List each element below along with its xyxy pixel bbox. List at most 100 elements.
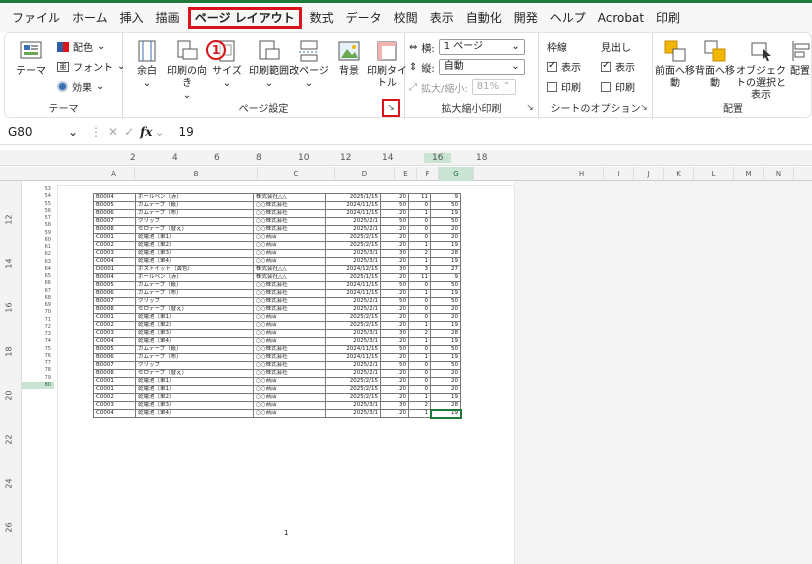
table-cell[interactable]: 2025/3/1 [325, 337, 381, 346]
table-cell[interactable]: セロテープ（替え） [135, 369, 254, 378]
table-cell[interactable]: B0008 [93, 369, 136, 378]
table-cell[interactable]: 19 [430, 321, 461, 330]
column-header[interactable]: L [694, 167, 734, 181]
table-cell[interactable]: 20 [380, 305, 409, 314]
table-cell[interactable]: 2025/3/1 [325, 409, 381, 418]
table-cell[interactable]: 1 [408, 409, 431, 418]
table-cell[interactable]: 50 [430, 361, 461, 370]
height-dropdown[interactable]: 自動 ⌄ [438, 59, 525, 75]
row-header[interactable]: 56 [22, 208, 54, 215]
tab-view[interactable]: 表示 [424, 7, 460, 29]
table-cell[interactable]: 1 [408, 289, 431, 298]
table-cell[interactable]: 1 [408, 353, 431, 362]
table-cell[interactable]: 2025/2/15 [325, 377, 381, 386]
table-cell[interactable]: ○○商店 [253, 257, 326, 266]
table-cell[interactable]: B0004 [93, 273, 136, 282]
column-header[interactable]: D [335, 167, 395, 181]
table-cell[interactable]: 20 [380, 193, 409, 202]
table-cell[interactable]: 2024/11/15 [325, 345, 381, 354]
table-cell[interactable]: C0003 [93, 329, 136, 338]
row-header[interactable]: 72 [22, 324, 54, 331]
row-header[interactable]: 79 [22, 375, 54, 382]
table-cell[interactable]: 2025/3/1 [325, 249, 381, 258]
table-cell[interactable]: B0006 [93, 209, 136, 218]
table-cell[interactable]: 2025/1/15 [325, 193, 381, 202]
table-cell[interactable]: 2024/11/15 [325, 281, 381, 290]
table-cell[interactable]: C0002 [93, 241, 136, 250]
width-dropdown[interactable]: 1 ページ ⌄ [438, 39, 525, 55]
row-header[interactable]: 80 [22, 381, 54, 389]
table-cell[interactable]: 20 [380, 385, 409, 394]
row-header[interactable]: 53 [22, 186, 54, 193]
table-cell[interactable]: ○○商店 [253, 233, 326, 242]
table-cell[interactable]: 0 [408, 217, 431, 226]
table-cell[interactable]: ○○株式会社 [253, 217, 326, 226]
table-cell[interactable]: 2025/2/15 [325, 313, 381, 322]
table-cell[interactable]: 0 [408, 361, 431, 370]
table-cell[interactable]: ○○株式会社 [253, 353, 326, 362]
formula-input[interactable]: 19 [165, 125, 194, 139]
active-cell[interactable]: 19 [429, 408, 462, 419]
table-cell[interactable]: 乾電池（単1） [135, 313, 254, 322]
table-cell[interactable]: 28 [430, 329, 461, 338]
table-cell[interactable]: 50 [380, 361, 409, 370]
table-cell[interactable]: 2025/2/1 [325, 217, 381, 226]
table-cell[interactable]: 2025/3/1 [325, 257, 381, 266]
table-cell[interactable]: ○○株式会社 [253, 209, 326, 218]
table-cell[interactable]: 50 [430, 345, 461, 354]
table-cell[interactable]: 乾電池（単4） [135, 337, 254, 346]
table-cell[interactable]: 乾電池（単2） [135, 393, 254, 402]
tab-help[interactable]: ヘルプ [544, 7, 592, 29]
row-header[interactable]: 67 [22, 288, 54, 295]
row-header[interactable]: 77 [22, 360, 54, 367]
row-header[interactable]: 63 [22, 259, 54, 266]
table-cell[interactable]: ガムテープ（布） [135, 289, 254, 298]
column-header[interactable]: I [604, 167, 634, 181]
orientation-button[interactable]: 印刷の向き ⌄ [165, 39, 209, 102]
table-cell[interactable]: 2025/3/1 [325, 401, 381, 410]
table-cell[interactable]: C0001 [93, 313, 136, 322]
table-cell[interactable]: ポストイット（黄色） [135, 265, 254, 274]
table-cell[interactable]: 50 [430, 297, 461, 306]
table-cell[interactable]: ○○株式会社 [253, 345, 326, 354]
table-cell[interactable]: 1 [408, 321, 431, 330]
table-cell[interactable]: 2025/1/15 [325, 273, 381, 282]
table-cell[interactable]: 0 [408, 281, 431, 290]
table-cell[interactable]: 20 [430, 385, 461, 394]
table-cell[interactable]: 9 [430, 273, 461, 282]
scale-spinner[interactable]: 81% ⌃ [471, 79, 516, 95]
column-header[interactable]: M [734, 167, 764, 181]
table-cell[interactable]: 2024/11/15 [325, 353, 381, 362]
table-cell[interactable]: 20 [430, 225, 461, 234]
column-header[interactable]: B [135, 167, 258, 181]
effects-button[interactable]: 効果 ⌄ [57, 79, 104, 94]
table-cell[interactable]: 20 [430, 305, 461, 314]
table-cell[interactable]: ○○株式会社 [253, 289, 326, 298]
table-cell[interactable]: 乾電池（単1） [135, 385, 254, 394]
headings-print-checkbox[interactable]: 印刷 [601, 79, 635, 94]
table-cell[interactable]: 20 [380, 377, 409, 386]
table-cell[interactable]: 2025/2/1 [325, 305, 381, 314]
table-cell[interactable]: 19 [430, 257, 461, 266]
table-cell[interactable]: 20 [430, 233, 461, 242]
table-cell[interactable]: 2024/11/15 [325, 289, 381, 298]
table-cell[interactable]: ○○商店 [253, 321, 326, 330]
row-header[interactable]: 60 [22, 237, 54, 244]
table-cell[interactable]: C0001 [93, 385, 136, 394]
table-cell[interactable]: ガムテープ（布） [135, 209, 254, 218]
table-cell[interactable]: ○○商店 [253, 377, 326, 386]
table-cell[interactable]: C0004 [93, 257, 136, 266]
table-cell[interactable]: ○○商店 [253, 337, 326, 346]
table-cell[interactable]: 20 [430, 369, 461, 378]
row-header[interactable]: 58 [22, 222, 54, 229]
table-cell[interactable]: 0 [408, 377, 431, 386]
breaks-button[interactable]: 改ページ ⌄ [287, 39, 331, 90]
margins-button[interactable]: 余白 ⌄ [125, 39, 169, 90]
column-header[interactable]: J [634, 167, 664, 181]
sheet-options-dialog-launcher-icon[interactable]: ↘ [638, 103, 650, 115]
table-cell[interactable]: 乾電池（単4） [135, 257, 254, 266]
table-cell[interactable]: ガムテープ（紙） [135, 281, 254, 290]
fonts-button[interactable]: 亜 フォント ⌄ [57, 59, 125, 74]
table-cell[interactable]: 0 [408, 201, 431, 210]
table-cell[interactable]: セロテープ（替え） [135, 305, 254, 314]
